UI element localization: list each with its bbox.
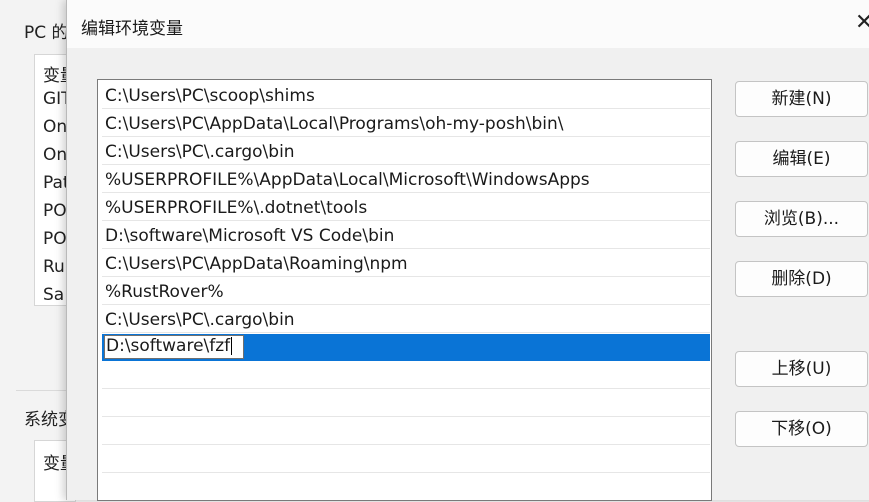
- title-bar[interactable]: 编辑环境变量 ✕: [67, 0, 869, 48]
- list-item[interactable]: %RustRover%: [102, 278, 710, 305]
- empty-row[interactable]: [102, 390, 710, 417]
- move-down-button[interactable]: 下移(O): [735, 411, 868, 447]
- path-text: C:\Users\PC\scoop\shims: [105, 86, 315, 106]
- dialog-title: 编辑环境变量: [81, 19, 183, 39]
- empty-row[interactable]: [102, 362, 710, 389]
- list-item[interactable]: C:\Users\PC\scoop\shims: [102, 82, 710, 109]
- list-item[interactable]: On: [43, 145, 67, 165]
- delete-button[interactable]: 删除(D): [735, 261, 868, 297]
- list-item[interactable]: PO: [43, 201, 67, 221]
- path-edit-input[interactable]: D:\software\fzf: [104, 335, 244, 359]
- list-item[interactable]: Sa: [43, 285, 64, 305]
- close-icon[interactable]: ✕: [855, 10, 869, 35]
- selected-list-item[interactable]: D:\software\fzf: [102, 334, 710, 361]
- list-item[interactable]: On: [43, 117, 67, 137]
- list-item[interactable]: C:\Users\PC\AppData\Roaming\npm: [102, 250, 710, 277]
- path-text: C:\Users\PC\.cargo\bin: [105, 310, 295, 330]
- text-caret: [231, 337, 233, 355]
- new-button[interactable]: 新建(N): [735, 81, 868, 117]
- path-text: C:\Users\PC\.cargo\bin: [105, 142, 295, 162]
- list-item[interactable]: C:\Users\PC\.cargo\bin: [102, 306, 710, 333]
- path-text: %USERPROFILE%\AppData\Local\Microsoft\Wi…: [105, 170, 590, 190]
- list-item[interactable]: %USERPROFILE%\.dotnet\tools: [102, 194, 710, 221]
- empty-row[interactable]: [102, 446, 710, 473]
- path-text: %USERPROFILE%\.dotnet\tools: [105, 198, 368, 218]
- edit-env-dialog: 编辑环境变量 ✕ C:\Users\PC\scoop\shims C:\User…: [66, 0, 869, 501]
- path-text: C:\Users\PC\AppData\Roaming\npm: [105, 254, 408, 274]
- list-item[interactable]: C:\Users\PC\AppData\Local\Programs\oh-my…: [102, 110, 710, 137]
- list-item[interactable]: %USERPROFILE%\AppData\Local\Microsoft\Wi…: [102, 166, 710, 193]
- path-text: C:\Users\PC\AppData\Local\Programs\oh-my…: [105, 114, 564, 134]
- path-text: D:\software\Microsoft VS Code\bin: [105, 226, 395, 246]
- browse-button[interactable]: 浏览(B)...: [735, 201, 868, 237]
- parent-window-title: PC 的: [24, 23, 69, 43]
- move-up-button[interactable]: 上移(U): [735, 351, 868, 387]
- list-item[interactable]: Ru: [43, 257, 65, 277]
- edit-button[interactable]: 编辑(E): [735, 141, 868, 177]
- path-list[interactable]: C:\Users\PC\scoop\shims C:\Users\PC\AppD…: [97, 79, 712, 501]
- path-edit-value: D:\software\fzf: [106, 336, 231, 356]
- empty-row[interactable]: [102, 418, 710, 445]
- list-item[interactable]: D:\software\Microsoft VS Code\bin: [102, 222, 710, 249]
- list-item[interactable]: PO: [43, 229, 67, 249]
- list-item[interactable]: C:\Users\PC\.cargo\bin: [102, 138, 710, 165]
- path-text: %RustRover%: [105, 282, 224, 302]
